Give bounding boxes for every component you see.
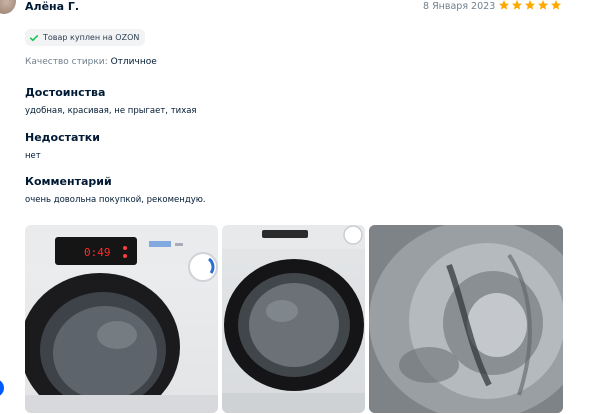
quality-attribute: Качество стирки: Отличное [25, 57, 157, 67]
comment-text: очень довольна покупкой, рекомендую. [25, 195, 206, 205]
check-icon [29, 34, 39, 41]
washing-machine-drum-photo[interactable] [369, 225, 563, 413]
star-icon [538, 0, 548, 10]
floating-action-button[interactable] [0, 379, 4, 397]
pros-heading: Достоинства [25, 86, 106, 99]
washing-machine-front-photo[interactable]: 0:49 [25, 225, 218, 413]
star-icon [525, 0, 535, 10]
rating-stars [498, 0, 562, 11]
review-author[interactable]: Алёна Г. [25, 0, 79, 13]
attribute-label: Качество стирки: [25, 57, 108, 67]
pros-text: удобная, красивая, не прыгает, тихая [25, 106, 197, 116]
attribute-value: Отличное [110, 57, 157, 67]
avatar[interactable] [0, 0, 16, 14]
washing-machine-door-photo[interactable] [222, 225, 365, 413]
purchased-badge-label: Товар куплен на OZON [43, 33, 140, 42]
cons-heading: Недостатки [25, 131, 100, 144]
display-readout: 0:49 [84, 246, 111, 259]
purchased-badge: Товар куплен на OZON [25, 29, 146, 46]
cons-text: нет [25, 151, 41, 161]
star-icon [512, 0, 522, 10]
review-date: 8 Января 2023 [423, 1, 496, 12]
comment-heading: Комментарий [25, 175, 112, 188]
star-icon [499, 0, 509, 10]
star-icon [551, 0, 561, 10]
